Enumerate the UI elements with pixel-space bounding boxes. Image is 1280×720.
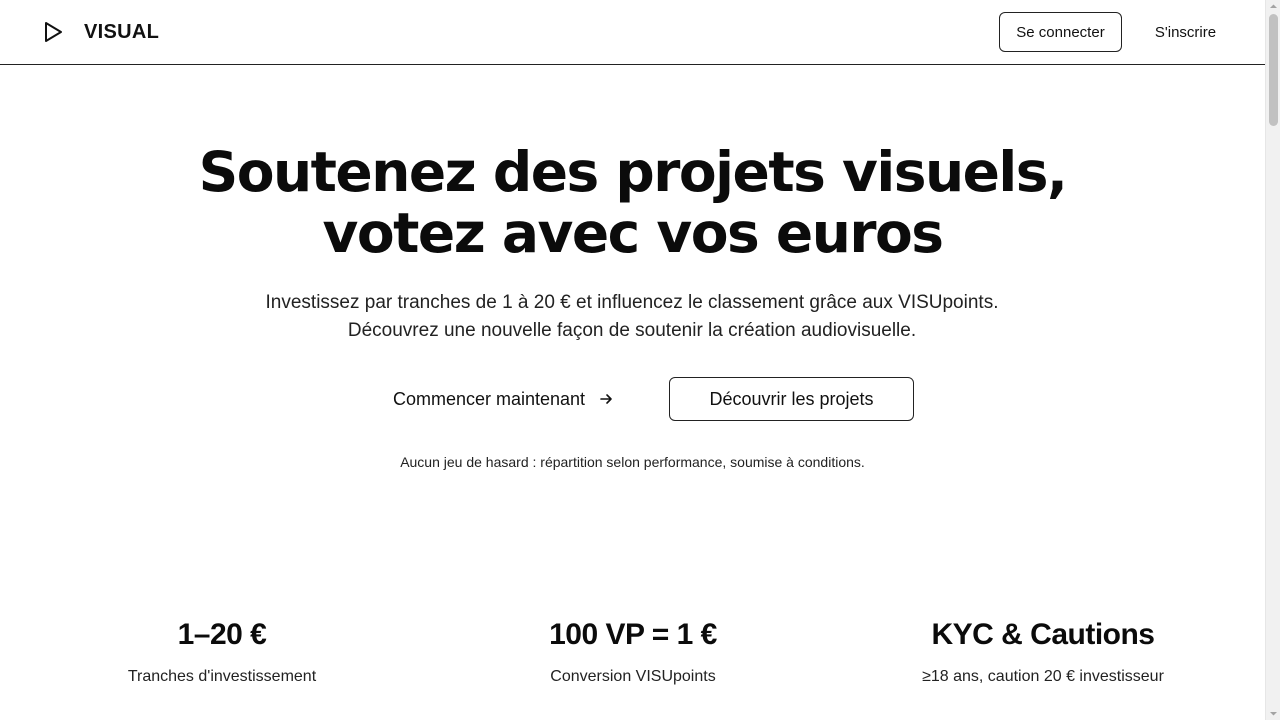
scroll-up-icon[interactable] bbox=[1269, 2, 1278, 11]
scrollbar[interactable] bbox=[1265, 0, 1280, 720]
hero-title-line-1: Soutenez des projets visuels, bbox=[198, 140, 1068, 204]
hero-subtitle: Investissez par tranches de 1 à 20 € et … bbox=[265, 292, 999, 341]
stat-label: ≥18 ans, caution 20 € investisseur bbox=[922, 668, 1164, 685]
hero-title: Soutenez des projets visuels, votez avec… bbox=[0, 142, 1265, 264]
hero-title-line-2: votez avec vos euros bbox=[322, 201, 944, 265]
page: VISUAL Se connecter S'inscrire Soutenez … bbox=[0, 0, 1265, 720]
stat-investment-range: 1–20 € Tranches d'investissement bbox=[32, 616, 412, 686]
discover-projects-button[interactable]: Découvrir les projets bbox=[669, 377, 914, 421]
stat-value: 100 VP = 1 € bbox=[549, 618, 717, 651]
cta-row: Commencer maintenant Découvrir les proje… bbox=[0, 377, 1265, 421]
login-button[interactable]: Se connecter bbox=[999, 12, 1122, 52]
start-now-label: Commencer maintenant bbox=[392, 388, 586, 409]
scroll-down-icon[interactable] bbox=[1269, 709, 1278, 718]
disclaimer: Aucun jeu de hasard : répartition selon … bbox=[400, 454, 865, 470]
logo[interactable]: VISUAL bbox=[40, 18, 159, 46]
site-header: VISUAL Se connecter S'inscrire bbox=[0, 0, 1265, 65]
scrollbar-thumb[interactable] bbox=[1269, 14, 1278, 126]
stat-kyc: KYC & Cautions ≥18 ans, caution 20 € inv… bbox=[853, 616, 1233, 686]
signup-button[interactable]: S'inscrire bbox=[1138, 12, 1233, 52]
stat-visupoints-conversion: 100 VP = 1 € Conversion VISUpoints bbox=[443, 616, 823, 686]
start-now-button[interactable]: Commencer maintenant bbox=[368, 377, 638, 421]
brand-name: VISUAL bbox=[84, 20, 160, 43]
play-icon bbox=[40, 18, 66, 46]
stat-label: Conversion VISUpoints bbox=[550, 668, 716, 685]
stat-value: KYC & Cautions bbox=[931, 618, 1155, 651]
arrow-right-icon bbox=[599, 392, 613, 406]
stat-label: Tranches d'investissement bbox=[127, 668, 317, 685]
stat-value: 1–20 € bbox=[177, 618, 267, 651]
